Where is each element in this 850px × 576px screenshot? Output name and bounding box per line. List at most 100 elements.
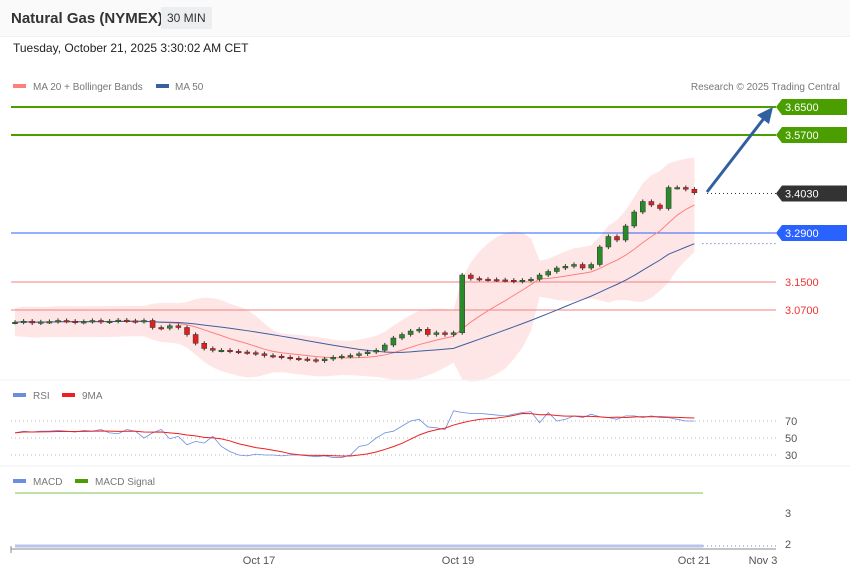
pivot-label: 3.2900 [785, 228, 819, 240]
candle [459, 274, 465, 333]
price-levels: 3.6500 3.5700 3.4030 3.2900 3.1500 3.0700 [11, 99, 847, 317]
candle [433, 332, 440, 335]
rsi-tick: 30 [785, 450, 797, 462]
macd-legend-swatch [13, 479, 26, 483]
candle [597, 246, 603, 265]
candle [614, 236, 620, 241]
candle [106, 320, 113, 323]
candle [416, 329, 422, 332]
candle [55, 320, 61, 323]
arrow-head-icon [757, 107, 773, 124]
rsi-legend-swatch [13, 393, 26, 397]
candle [640, 201, 646, 213]
candle [330, 357, 336, 360]
candle [235, 351, 242, 354]
candle [683, 187, 689, 190]
candle [89, 320, 96, 323]
current-label: 3.4030 [785, 188, 819, 200]
candle [571, 264, 577, 267]
candle [674, 187, 680, 190]
ma20-legend-swatch [13, 84, 26, 88]
candle [657, 204, 663, 209]
candle [519, 280, 526, 282]
macd-signal-legend: MACD Signal [95, 477, 155, 488]
candle [528, 278, 534, 281]
rsi-ma-legend: 9MA [82, 391, 103, 402]
x-tick: Nov 3 [749, 555, 778, 567]
ma50-legend: MA 50 [175, 82, 204, 93]
candle [38, 321, 44, 324]
candle [382, 344, 388, 351]
candle [364, 351, 371, 354]
candle [390, 337, 397, 346]
candle [261, 353, 268, 356]
macd-tick: 3 [785, 508, 791, 520]
candle [562, 266, 569, 269]
ma50-legend-swatch [156, 84, 169, 88]
candle [399, 334, 405, 339]
x-tick: Oct 17 [243, 555, 275, 567]
candle [210, 348, 216, 351]
x-tick: Oct 19 [442, 555, 474, 567]
macd-signal-legend-swatch [75, 479, 88, 483]
candle [244, 351, 250, 354]
candle [98, 320, 104, 323]
candle [192, 334, 199, 344]
candle [347, 355, 354, 358]
candle [407, 330, 414, 335]
candle [536, 274, 543, 280]
x-tick: Oct 21 [678, 555, 710, 567]
candle [605, 236, 612, 248]
candle [184, 327, 190, 335]
candle [502, 279, 508, 282]
candle [648, 201, 655, 206]
candle [425, 329, 431, 335]
candle [485, 278, 491, 281]
candle [278, 355, 285, 358]
candle [665, 187, 672, 209]
candle [115, 319, 121, 322]
candle [545, 271, 551, 276]
candle [304, 358, 311, 361]
candle [167, 325, 173, 329]
candle [63, 320, 70, 323]
forecast-arrow [705, 107, 773, 193]
candle [450, 332, 457, 335]
candle [339, 355, 345, 358]
candle [579, 264, 586, 269]
candle [253, 352, 259, 355]
candle [476, 278, 483, 281]
candle [81, 321, 87, 324]
candle [622, 225, 629, 241]
support-label: 3.1500 [785, 277, 819, 289]
macd-legend: MACD [33, 477, 62, 488]
candle [468, 274, 474, 279]
candle [270, 355, 276, 358]
candle [356, 353, 362, 356]
candle [373, 350, 379, 353]
candle [46, 321, 53, 324]
rsi-panel: 70 50 30 [11, 410, 797, 462]
candle [175, 325, 182, 328]
rsi-legend: RSI [33, 391, 50, 402]
candle [588, 264, 594, 269]
candle [20, 320, 27, 323]
candle [72, 320, 78, 323]
bollinger-bands [15, 157, 695, 382]
rsi-tick: 50 [785, 433, 797, 445]
credit: Research © 2025 Trading Central [691, 82, 840, 93]
candle [296, 358, 302, 361]
candle [554, 267, 560, 272]
price-chart: MA 20 + Bollinger Bands MA 50 Research ©… [0, 82, 850, 567]
candle [287, 357, 293, 359]
candle [201, 343, 207, 349]
candle [493, 279, 500, 282]
candle [691, 189, 698, 193]
candle [29, 320, 35, 324]
candle [218, 350, 225, 352]
rsi-tick: 70 [785, 416, 797, 428]
candle [227, 350, 233, 352]
resistance-label: 3.5700 [785, 130, 819, 142]
rsi-line [14, 410, 695, 458]
candle [141, 320, 147, 323]
